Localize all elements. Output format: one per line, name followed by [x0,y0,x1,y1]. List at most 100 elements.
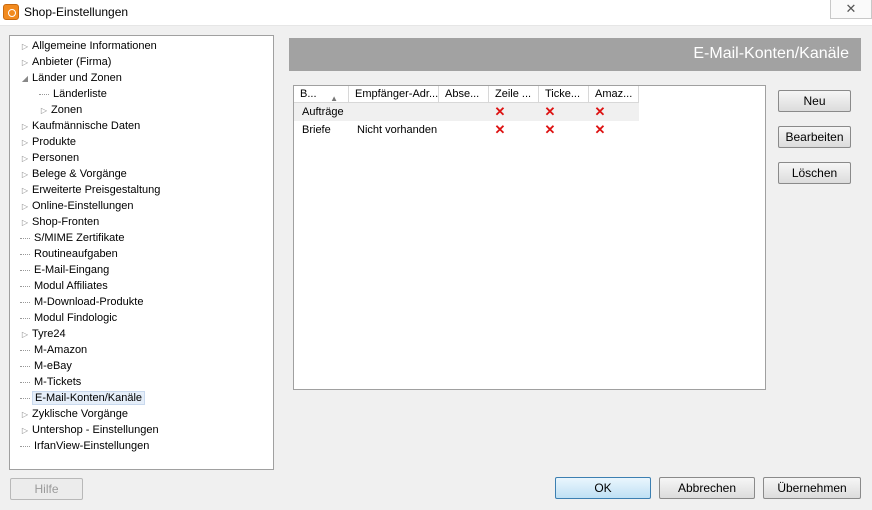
tree-item[interactable]: ▷ Belege & Vorgänge [20,166,129,182]
delete-button[interactable]: Löschen [778,162,851,184]
expand-arrow-icon[interactable]: ▷ [20,215,30,231]
tree-item-label: Allgemeine Informationen [32,40,157,52]
section-title: E-Mail-Konten/Kanäle [693,45,849,62]
tree-line-icon [20,301,30,303]
table-cell [439,103,489,121]
tree-item-label: Routineaufgaben [34,248,118,260]
column-header[interactable]: Abse... [439,86,489,103]
apply-button[interactable]: Übernehmen [763,477,861,499]
tree-item[interactable]: ▷ Zonen [39,102,84,118]
tree-item-label: M-eBay [34,360,72,372]
expand-arrow-icon[interactable]: ▷ [20,423,30,439]
expand-arrow-icon[interactable]: ▷ [20,151,30,167]
tree-item[interactable]: ▷ Kaufmännische Daten [20,118,142,134]
close-button[interactable]: ✕ [830,0,872,19]
table-header: B... ▲ Empfänger-Adr... Abse... Zeile ... Tic… [294,86,765,103]
column-header[interactable]: Empfänger-Adr... [349,86,439,103]
cross-icon: ✕ [494,122,506,137]
tree-line-icon [20,349,30,351]
tree-item[interactable]: Modul Affiliates [20,278,110,294]
settings-tree[interactable]: ▷ Allgemeine Informationen ▷ Anbieter (Firm… [9,35,274,470]
title-bar[interactable]: Shop-Einstellungen ✕ [0,0,872,26]
tree-item[interactable]: ▷ Anbieter (Firma) [20,54,113,70]
expand-arrow-icon[interactable]: ▷ [20,183,30,199]
expand-arrow-icon[interactable]: ▷ [39,103,49,119]
tree-item-label: Länder und Zonen [32,72,122,84]
column-header-label: Empfänger-Adr... [355,88,439,100]
column-header-label: Zeile ... [495,88,532,100]
tree-item-label: Kaufmännische Daten [32,120,141,132]
expand-arrow-icon[interactable]: ▷ [20,199,30,215]
expand-arrow-icon[interactable]: ▷ [20,167,30,183]
tree-item-label: Produkte [32,136,77,148]
tree-item[interactable]: ▷ Produkte [20,134,78,150]
tree-item[interactable]: S/MIME Zertifikate [20,230,126,246]
tree-item[interactable]: IrfanView-Einstellungen [20,438,151,454]
edit-button[interactable]: Bearbeiten [778,126,851,148]
tree-item-label: Belege & Vorgänge [32,168,127,180]
accounts-table[interactable]: B... ▲ Empfänger-Adr... Abse... Zeile ... Tic… [293,85,766,390]
expand-arrow-icon[interactable]: ▷ [20,327,30,343]
table-cell: Nicht vorhanden [357,124,438,136]
cross-icon: ✕ [544,122,556,137]
tree-item-label: Online-Einstellungen [32,200,134,212]
tree-item-label: Modul Findologic [34,312,118,324]
tree-item-label: IrfanView-Einstellungen [34,440,150,452]
tree-item[interactable]: M-eBay [20,358,74,374]
tree-item[interactable]: ▷ Tyre24 [20,326,68,342]
tree-item-label: S/MIME Zertifikate [34,232,125,244]
section-header: E-Mail-Konten/Kanäle [289,38,861,71]
tree-line-icon [20,445,30,447]
cross-icon: ✕ [544,104,556,119]
tree-item[interactable]: E-Mail-Eingang [20,262,111,278]
ok-button[interactable]: OK [555,477,651,499]
cancel-button[interactable]: Abbrechen [659,477,755,499]
tree-item[interactable]: Modul Findologic [20,310,119,326]
tree-item-label: Zonen [51,104,83,116]
tree-item-label: Erweiterte Preisgestaltung [32,184,161,196]
tree-item[interactable]: ▷ Erweiterte Preisgestaltung [20,182,162,198]
tree-item[interactable]: ▷ Shop-Fronten [20,214,101,230]
column-header[interactable]: Ticke... [539,86,589,103]
tree-item-label: Untershop - Einstellungen [32,424,159,436]
tree-item[interactable]: ▷ Personen [20,150,81,166]
tree-item[interactable]: ▷ Allgemeine Informationen [20,38,159,54]
tree-item[interactable]: Länderliste [39,86,109,102]
tree-item[interactable]: M-Tickets [20,374,83,390]
tree-item-label: Länderliste [53,88,107,100]
table-row[interactable]: Briefe Nicht vorhanden ✕ ✕ ✕ [294,121,639,139]
settings-window: Shop-Einstellungen ✕ ▷ Allgemeine Informa… [0,0,872,510]
tree-item[interactable]: M-Amazon [20,342,89,358]
tree-item[interactable]: Routineaufgaben [20,246,120,262]
tree-item[interactable]: ▷ Zyklische Vorgänge [20,406,130,422]
expand-arrow-icon[interactable]: ▷ [20,119,30,135]
tree-item-label: E-Mail-Eingang [34,264,110,276]
new-button[interactable]: Neu [778,90,851,112]
column-header[interactable]: Zeile ... [489,86,539,103]
tree-item[interactable]: ▷ Online-Einstellungen [20,198,136,214]
tree-item-label: M-Amazon [34,344,88,356]
table-cell: Briefe [302,124,331,136]
tree-line-icon [20,365,30,367]
table-row[interactable]: Aufträge ✕ ✕ ✕ [294,103,639,121]
tree-item[interactable]: M-Download-Produkte [20,294,145,310]
column-header-label: Amaz... [595,88,633,100]
cross-icon: ✕ [594,104,606,119]
tree-item[interactable]: ◢ Länder und Zonen [20,70,124,86]
tree-item-label: Tyre24 [32,328,66,340]
tree-line-icon [39,93,49,95]
collapse-arrow-icon[interactable]: ◢ [20,71,30,87]
tree-item[interactable]: E-Mail-Konten/Kanäle [20,390,146,406]
tree-item-label: M-Tickets [34,376,82,388]
expand-arrow-icon[interactable]: ▷ [20,407,30,423]
help-button[interactable]: Hilfe [10,478,83,500]
column-header[interactable]: B... ▲ [294,86,349,103]
table-cell [349,103,439,121]
expand-arrow-icon[interactable]: ▷ [20,39,30,55]
tree-line-icon [20,253,30,255]
column-header[interactable]: Amaz... [589,86,639,103]
tree-line-icon [20,237,30,239]
tree-item[interactable]: ▷ Untershop - Einstellungen [20,422,161,438]
expand-arrow-icon[interactable]: ▷ [20,55,30,71]
expand-arrow-icon[interactable]: ▷ [20,135,30,151]
